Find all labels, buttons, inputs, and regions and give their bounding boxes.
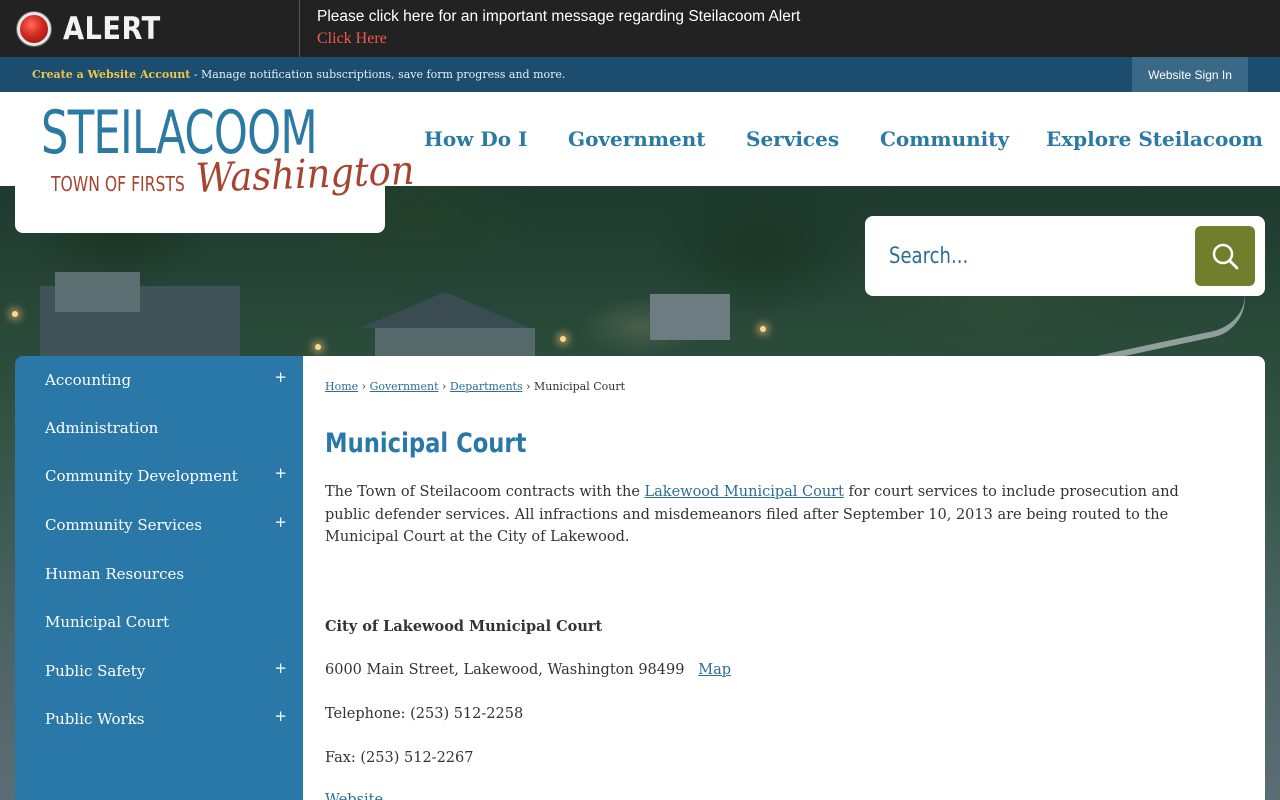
- sidebar-item-community-development[interactable]: Community Development +: [15, 452, 303, 500]
- court-fax: Fax: (253) 512-2267: [325, 750, 474, 766]
- sidebar-item-public-works[interactable]: Public Works +: [15, 695, 303, 743]
- nav-community[interactable]: Community: [880, 127, 1009, 151]
- alert-badge[interactable]: ALERT: [0, 0, 300, 57]
- breadcrumb-government[interactable]: Government: [370, 380, 439, 393]
- expand-plus-icon[interactable]: +: [274, 513, 287, 531]
- expand-plus-icon[interactable]: +: [274, 368, 287, 386]
- breadcrumb-separator: ›: [526, 380, 531, 393]
- house-roof-shape: [360, 292, 530, 328]
- court-address: 6000 Main Street, Lakewood, Washington 9…: [325, 662, 731, 678]
- search-box: [865, 216, 1265, 296]
- sidebar-item-public-safety[interactable]: Public Safety +: [15, 647, 303, 695]
- court-telephone: Telephone: (253) 512-2258: [325, 706, 524, 722]
- breadcrumb-departments[interactable]: Departments: [450, 380, 523, 393]
- street-light: [760, 326, 766, 332]
- intro-text-before: The Town of Steilacoom contracts with th…: [325, 484, 645, 500]
- sign-in-button[interactable]: Website Sign In: [1132, 57, 1248, 92]
- breadcrumb-current: Municipal Court: [534, 380, 626, 393]
- breadcrumb-home[interactable]: Home: [325, 380, 358, 393]
- street-light: [12, 311, 18, 317]
- account-bar: Create a Website Account - Manage notifi…: [0, 57, 1280, 92]
- alert-message-area: Please click here for an important messa…: [300, 0, 800, 57]
- sidebar-item-label: Public Safety: [45, 662, 146, 680]
- logo-script-text: Washington: [195, 147, 416, 202]
- account-text: Create a Website Account - Manage notifi…: [0, 68, 565, 81]
- address-text: 6000 Main Street, Lakewood, Washington 9…: [325, 662, 685, 678]
- alert-bar: ALERT Please click here for an important…: [0, 0, 1280, 57]
- sidebar-item-label: Community Development: [45, 467, 238, 485]
- alert-message[interactable]: Please click here for an important messa…: [317, 8, 800, 26]
- alert-click-here-link[interactable]: Click Here: [317, 26, 387, 52]
- sidebar-item-label: Municipal Court: [45, 613, 170, 631]
- sidebar-item-human-resources[interactable]: Human Resources: [15, 550, 303, 598]
- sidebar-item-accounting[interactable]: Accounting +: [15, 356, 303, 404]
- breadcrumb-separator: ›: [441, 380, 447, 393]
- page-title: Municipal Court: [325, 428, 527, 459]
- breadcrumb-separator: ›: [361, 380, 367, 393]
- logo-tagline: TOWN OF FIRSTS: [51, 172, 185, 196]
- expand-plus-icon[interactable]: +: [274, 659, 287, 677]
- search-input[interactable]: [889, 234, 1127, 278]
- expand-plus-icon[interactable]: +: [274, 707, 287, 725]
- sidebar-item-municipal-court[interactable]: Municipal Court: [15, 598, 303, 646]
- nav-explore-steilacoom[interactable]: Explore Steilacoom: [1046, 127, 1263, 151]
- expand-plus-icon[interactable]: +: [274, 464, 287, 482]
- map-link[interactable]: Map: [698, 662, 731, 678]
- sidebar-item-community-services[interactable]: Community Services +: [15, 501, 303, 549]
- search-icon: [1212, 243, 1239, 270]
- website-link[interactable]: Website: [325, 792, 383, 800]
- street-light: [315, 344, 321, 350]
- sidebar-nav: Accounting + Administration Community De…: [15, 356, 303, 800]
- sidebar-item-label: Human Resources: [45, 565, 185, 583]
- house-shape: [55, 272, 140, 312]
- logo[interactable]: STEILACOOM TOWN OF FIRSTS Washington: [15, 92, 415, 233]
- lakewood-court-link[interactable]: Lakewood Municipal Court: [645, 484, 844, 500]
- sidebar-item-label: Community Services: [45, 516, 202, 534]
- sidebar-item-administration[interactable]: Administration: [15, 404, 303, 452]
- search-button[interactable]: [1195, 226, 1255, 286]
- sidebar-item-label: Administration: [45, 419, 159, 437]
- nav-services[interactable]: Services: [746, 127, 839, 151]
- sidebar-item-label: Public Works: [45, 710, 145, 728]
- nav-government[interactable]: Government: [568, 127, 706, 151]
- alert-icon: [17, 11, 51, 46]
- house-shape: [650, 294, 730, 340]
- court-name: City of Lakewood Municipal Court: [325, 618, 603, 635]
- street-light: [560, 336, 566, 342]
- account-description: - Manage notification subscriptions, sav…: [190, 68, 566, 81]
- breadcrumb: Home › Government › Departments › Munici…: [325, 380, 625, 393]
- main-content: Home › Government › Departments › Munici…: [303, 356, 1265, 800]
- intro-paragraph: The Town of Steilacoom contracts with th…: [325, 481, 1225, 549]
- nav-how-do-i[interactable]: How Do I: [424, 127, 527, 151]
- sidebar-item-label: Accounting: [45, 371, 132, 389]
- create-account-link[interactable]: Create a Website Account: [32, 68, 190, 81]
- alert-label: ALERT: [63, 10, 161, 47]
